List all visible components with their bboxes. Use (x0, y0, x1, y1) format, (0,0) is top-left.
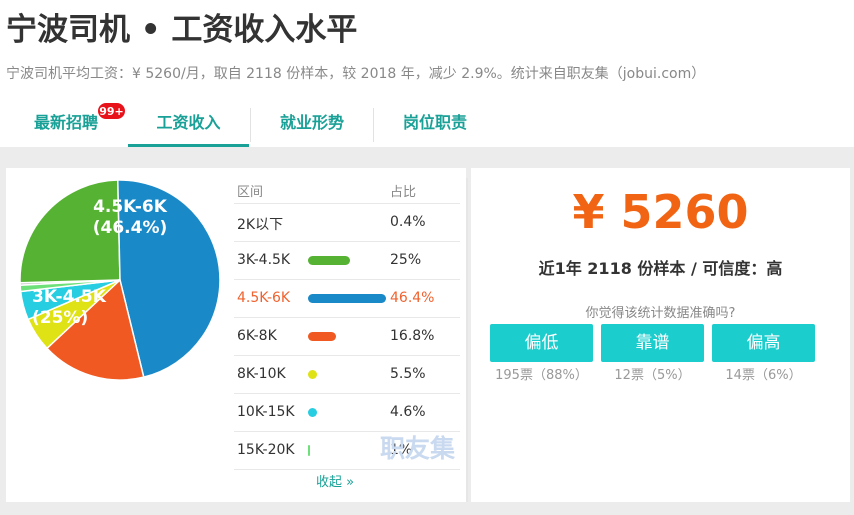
share-percent: 4.6% (390, 404, 426, 420)
distribution-row: 2K以下 0.4% (234, 203, 460, 241)
tab-employment-trend[interactable]: 就业形势 (252, 100, 372, 147)
share-column-header: 占比 (390, 185, 417, 200)
share-percent: 25% (390, 252, 422, 268)
share-percent: 5.5% (390, 366, 426, 382)
vote-too-high-button[interactable]: 偏高 (712, 324, 815, 362)
salary-summary: 宁波司机平均工资：¥ 5260/月，取自 2118 份样本，较 2018 年，减… (6, 66, 706, 82)
distribution-row: 8K-10K 5.5% (234, 355, 460, 393)
share-percent: 0.4% (390, 214, 426, 230)
distribution-row: 10K-15K 4.6% (234, 393, 460, 431)
range-label: 4.5K-6K (237, 290, 291, 306)
tab-label: 最新招聘 (33, 113, 98, 132)
share-bar (308, 370, 317, 379)
share-bar (308, 256, 350, 265)
range-label: 2K以下 (237, 217, 284, 233)
tab-divider (373, 108, 374, 142)
share-bar (308, 294, 386, 303)
vote-too-low-button[interactable]: 偏低 (490, 324, 593, 362)
range-label: 8K-10K (237, 366, 286, 382)
tab-label: 岗位职责 (402, 113, 467, 132)
share-percent: 16.8% (390, 328, 435, 344)
share-bar (308, 332, 336, 341)
distribution-row: 3K-4.5K 25% (234, 241, 460, 279)
pie-label-4.5k-6k: 4.5K-6K (46.4%) (92, 197, 168, 238)
card-divider (466, 178, 468, 502)
collapse-link[interactable]: 收起 » (316, 471, 354, 490)
range-label: 15K-20K (237, 442, 295, 458)
vote-accurate-count: 12票（5%） (614, 368, 691, 383)
pie-label-3k-4.5k: 3K-4.5K (25%) (32, 287, 106, 328)
page-title: 宁波司机 • 工资收入水平 (6, 12, 358, 48)
share-bar (308, 445, 310, 456)
share-bar (308, 408, 317, 417)
sample-credibility: 近1年 2118 份样本 / 可信度：高 (538, 259, 783, 278)
tab-divider (250, 108, 251, 142)
share-percent: 46.4% (390, 290, 435, 306)
tab-job-duties[interactable]: 岗位职责 (375, 100, 495, 147)
distribution-row: 4.5K-6K 46.4% (234, 279, 460, 317)
vote-too-high-count: 14票（6%） (725, 368, 802, 383)
vote-too-low-count: 195票（88%） (495, 368, 588, 383)
vote-accurate-button[interactable]: 靠谱 (601, 324, 704, 362)
accuracy-question: 你觉得该统计数据准确吗? (585, 306, 736, 321)
tab-label: 就业形势 (279, 113, 344, 132)
distribution-row: 6K-8K 16.8% (234, 317, 460, 355)
range-label: 3K-4.5K (237, 252, 291, 268)
tab-label: 工资收入 (156, 113, 221, 132)
range-label: 6K-8K (237, 328, 277, 344)
range-column-header: 区间 (237, 185, 264, 200)
table-bottom-border (234, 469, 460, 470)
tab-bar: 最新招聘 99+ 工资收入 就业形势 岗位职责 (0, 100, 854, 147)
watermark: 职友集 (380, 434, 456, 463)
new-count-badge: 99+ (97, 102, 126, 120)
average-salary: ¥ 5260 (572, 185, 749, 239)
tab-salary[interactable]: 工资收入 (128, 100, 249, 147)
range-label: 10K-15K (237, 404, 295, 420)
